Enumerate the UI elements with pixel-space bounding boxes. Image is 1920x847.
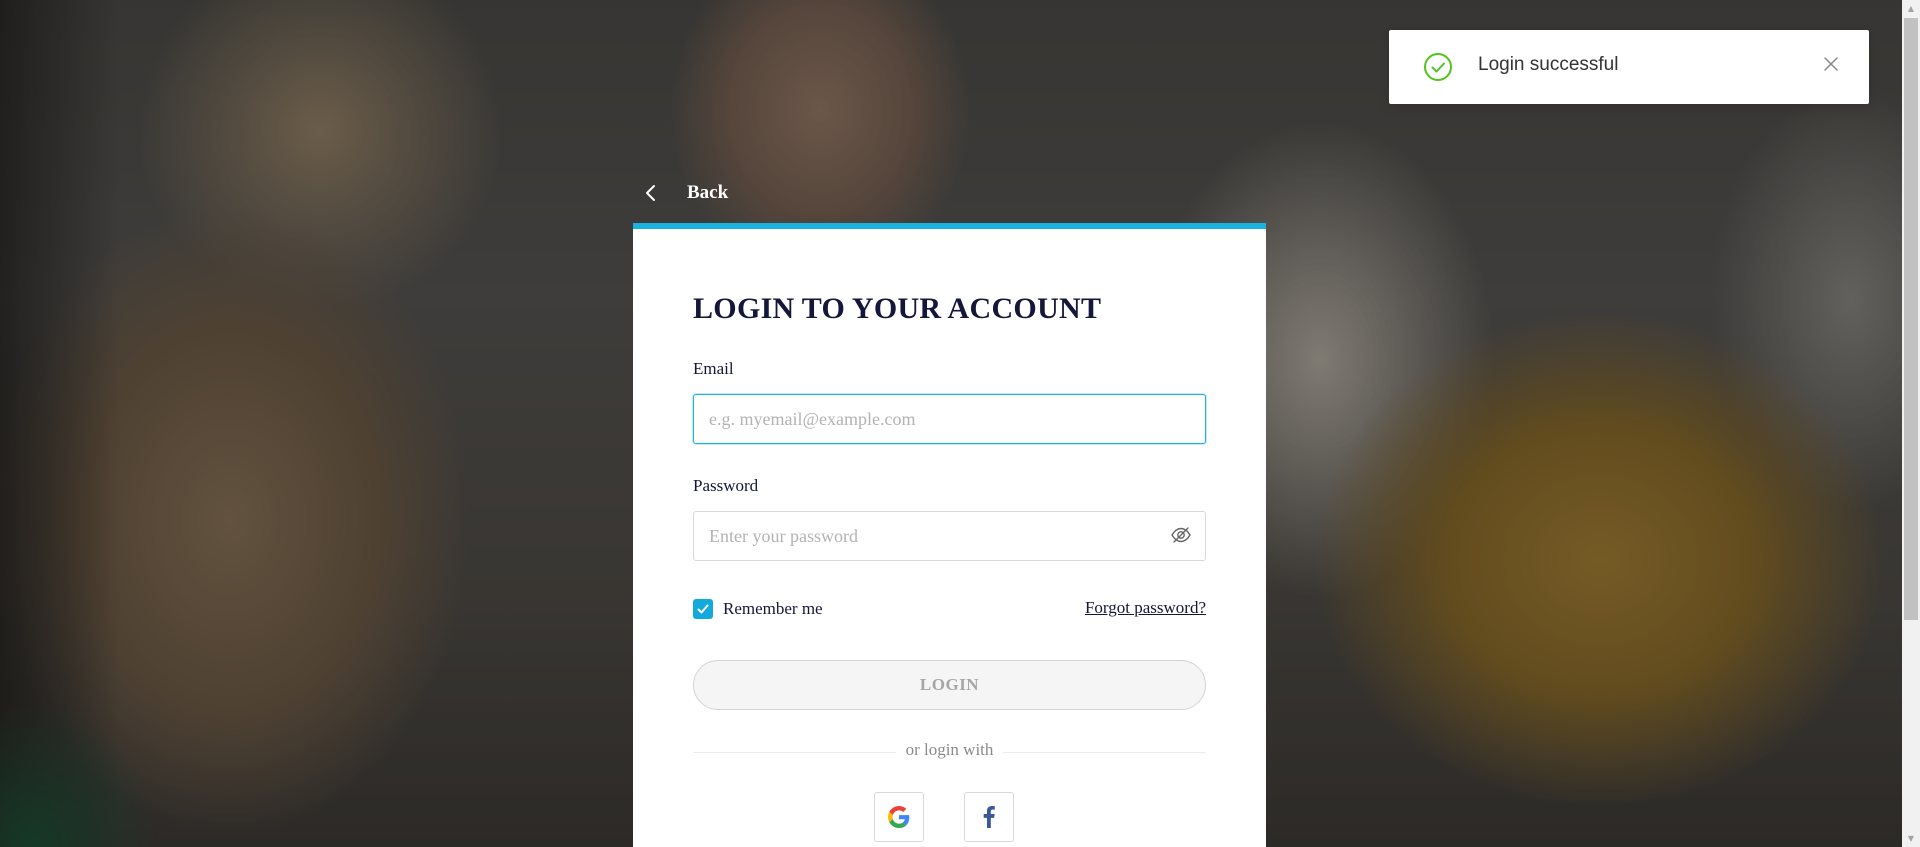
page-title: LOGIN TO YOUR ACCOUNT	[693, 292, 1102, 325]
password-label: Password	[693, 476, 759, 495]
chevron-left-icon	[640, 182, 662, 204]
toast-message: Login successful	[1478, 54, 1619, 75]
close-icon[interactable]	[1821, 54, 1841, 74]
divider-label: or login with	[633, 740, 1266, 760]
back-label: Back	[687, 182, 729, 203]
login-card: LOGIN TO YOUR ACCOUNT Email Password Rem…	[633, 223, 1266, 847]
vertical-scrollbar[interactable]: ▲ ▼	[1902, 0, 1920, 847]
email-label: Email	[693, 359, 734, 378]
scroll-up-arrow-icon[interactable]: ▲	[1902, 0, 1920, 17]
background-shade	[0, 700, 160, 847]
login-button[interactable]: LOGIN	[693, 660, 1206, 710]
remember-me-checkbox[interactable]	[693, 599, 713, 619]
forgot-password-link[interactable]: Forgot password?	[1085, 598, 1206, 618]
google-icon	[888, 806, 910, 828]
password-field[interactable]	[693, 511, 1206, 561]
facebook-login-button[interactable]	[964, 792, 1014, 842]
success-toast: Login successful	[1389, 30, 1869, 104]
facebook-icon	[983, 806, 995, 828]
email-field[interactable]	[693, 394, 1206, 444]
back-button[interactable]: Back	[640, 178, 728, 208]
check-circle-icon	[1423, 52, 1453, 82]
scroll-down-arrow-icon[interactable]: ▼	[1902, 830, 1920, 847]
google-login-button[interactable]	[874, 792, 924, 842]
eye-off-icon[interactable]	[1170, 524, 1192, 546]
scrollbar-thumb[interactable]	[1904, 18, 1918, 620]
remember-me-label[interactable]: Remember me	[723, 599, 823, 619]
